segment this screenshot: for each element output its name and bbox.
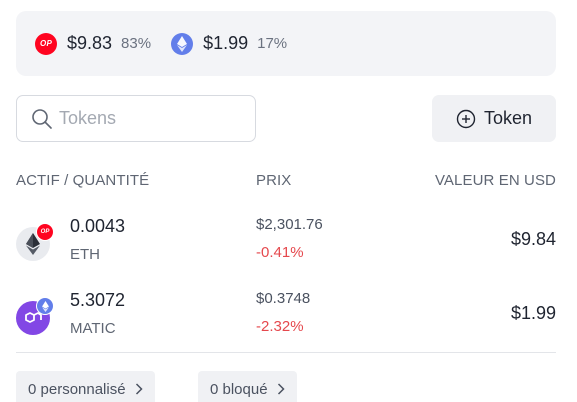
token-quantity: 0.0043 xyxy=(70,216,126,236)
chain-summary-ethereum: $1.99 17% xyxy=(171,32,288,55)
token-symbol: MATIC xyxy=(70,320,116,337)
custom-tokens-button[interactable]: 0 personnalisé xyxy=(16,371,155,402)
blocked-tokens-label: 0 bloqué xyxy=(210,380,268,398)
chain-percent: 83% xyxy=(121,35,152,52)
add-token-label: Token xyxy=(483,108,533,128)
chevron-right-icon xyxy=(135,383,143,395)
token-avatar: OP xyxy=(16,223,54,261)
ethereum-chain-badge-icon xyxy=(36,297,54,315)
token-price: $2,301.76 xyxy=(256,216,323,233)
token-row-matic[interactable]: 5.3072 MATIC $0.3748 -2.32% $1.99 xyxy=(16,288,556,344)
column-header-value: VALEUR EN USD xyxy=(434,172,556,189)
chain-value: $9.83 xyxy=(67,33,113,53)
custom-tokens-label: 0 personnalisé xyxy=(28,380,126,398)
chain-value: $1.99 xyxy=(203,33,249,53)
chain-percent: 17% xyxy=(257,35,288,52)
search-input[interactable] xyxy=(59,108,239,129)
token-price: $0.3748 xyxy=(256,290,311,307)
badge-text: OP xyxy=(40,229,50,235)
chain-distribution-summary: OP $9.83 83% $1.99 17% xyxy=(16,11,556,76)
ethereum-logo-icon xyxy=(171,32,194,55)
column-header-asset: ACTIF / QUANTITÉ xyxy=(16,172,150,189)
chain-summary-optimism: OP $9.83 83% xyxy=(35,32,152,55)
token-usd-value: $9.84 xyxy=(510,229,556,249)
divider xyxy=(16,352,556,353)
chevron-right-icon xyxy=(277,383,285,395)
token-avatar xyxy=(16,297,54,335)
token-usd-value: $1.99 xyxy=(510,303,556,323)
token-row-eth[interactable]: OP 0.0043 ETH $2,301.76 -0.41% $9.84 xyxy=(16,214,556,270)
token-price-change: -2.32% xyxy=(256,318,304,335)
token-quantity: 5.3072 xyxy=(70,290,126,310)
blocked-tokens-button[interactable]: 0 bloqué xyxy=(198,371,297,402)
column-header-price: PRIX xyxy=(256,172,292,189)
search-icon xyxy=(32,108,52,129)
optimism-logo-text: OP xyxy=(40,39,52,48)
plus-circle-icon xyxy=(456,109,476,128)
token-search-field[interactable] xyxy=(16,95,256,142)
token-symbol: ETH xyxy=(70,246,100,263)
optimism-chain-badge-icon: OP xyxy=(36,223,54,241)
add-token-button[interactable]: Token xyxy=(432,95,556,142)
optimism-logo-icon: OP xyxy=(35,32,57,55)
token-price-change: -0.41% xyxy=(256,244,304,261)
